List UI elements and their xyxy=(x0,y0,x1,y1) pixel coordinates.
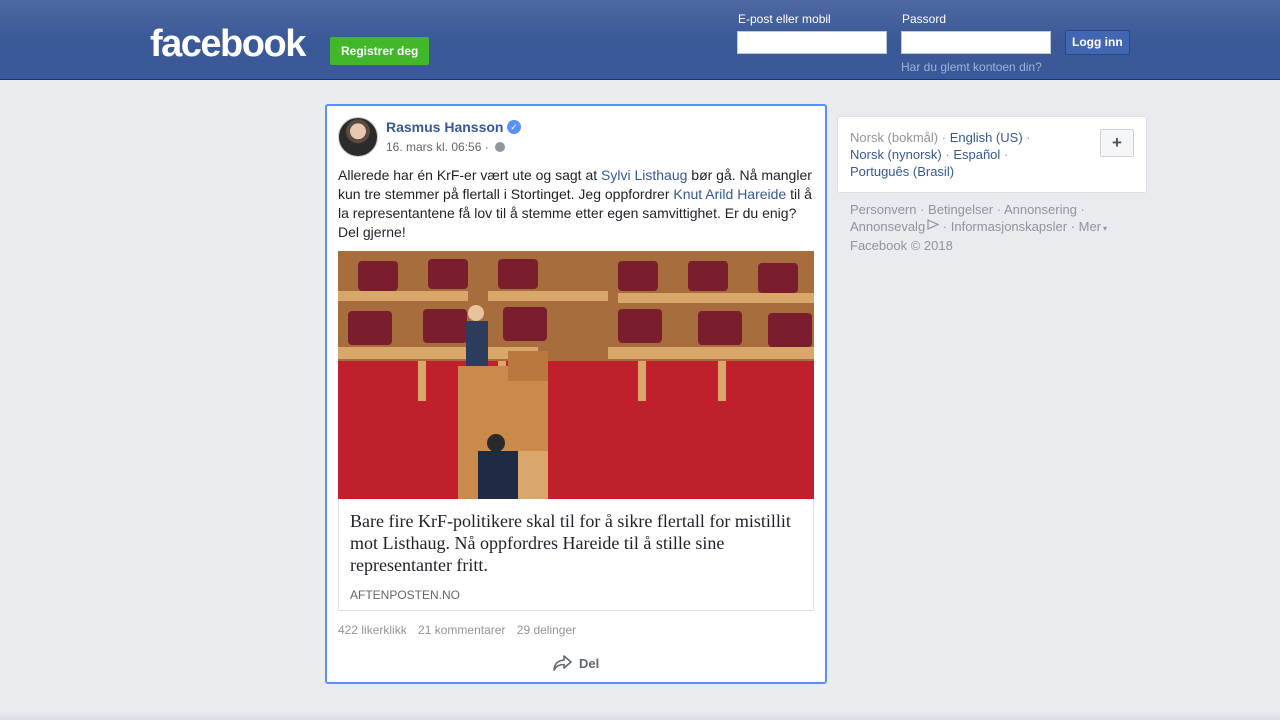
footer-link-ad-choices[interactable]: Annonsevalg xyxy=(850,219,940,234)
post-text: Allerede har én KrF-er vært ute og sagt … xyxy=(338,166,818,242)
mention-knut-arild-hareide[interactable]: Knut Arild Hareide xyxy=(673,186,786,202)
language-portugues-brasil[interactable]: Português (Brasil) xyxy=(850,164,954,179)
shares-count[interactable]: 29 delinger xyxy=(517,623,576,637)
facebook-logo[interactable]: facebook xyxy=(150,24,306,64)
author-avatar[interactable] xyxy=(338,117,378,157)
mention-sylvi-listhaug[interactable]: Sylvi Listhaug xyxy=(601,167,687,183)
footer-link-advertising[interactable]: Annonsering xyxy=(1004,202,1077,217)
email-input[interactable] xyxy=(737,31,887,54)
current-language: Norsk (bokmål) xyxy=(850,130,939,145)
more-languages-button[interactable]: + xyxy=(1100,129,1134,157)
language-espanol[interactable]: Español xyxy=(953,147,1000,162)
likes-count[interactable]: 422 likerklikk xyxy=(338,623,407,637)
forgot-account-link[interactable]: Har du glemt kontoen din? xyxy=(901,60,1042,74)
page-bottom-shadow xyxy=(0,712,1280,720)
author-name[interactable]: Rasmus Hansson xyxy=(386,119,503,135)
footer-link-cookies[interactable]: Informasjonskapsler xyxy=(951,219,1067,234)
language-list: Norsk (bokmål) · English (US) · Norsk (n… xyxy=(850,130,1031,179)
link-preview-image[interactable] xyxy=(338,251,814,499)
link-preview-domain: AFTENPOSTEN.NO xyxy=(350,588,461,602)
post-stats: 422 likerklikk 21 kommentarer 29 delinge… xyxy=(338,623,584,637)
copyright: Facebook © 2018 xyxy=(850,238,953,253)
globe-icon xyxy=(495,142,506,152)
register-button[interactable]: Registrer deg xyxy=(330,37,430,65)
post-text-part: Allerede har én KrF-er vært ute og sagt … xyxy=(338,167,602,183)
verified-badge-icon: ✓ xyxy=(507,120,521,134)
share-arrow-icon xyxy=(553,655,572,671)
post-meta: 16. mars kl. 06:56 · xyxy=(386,140,506,154)
comments-count[interactable]: 21 kommentarer xyxy=(418,623,505,637)
link-preview-title[interactable]: Bare fire KrF-politikere skal til for å … xyxy=(350,510,800,576)
footer-link-more[interactable]: Mer ▾ xyxy=(1079,219,1107,234)
footer-links: Personvern · Betingelser · Annonsering ·… xyxy=(850,202,1108,253)
post-card: Rasmus Hansson ✓ 16. mars kl. 06:56 · Al… xyxy=(325,104,827,684)
share-label: Del xyxy=(579,656,600,671)
footer-link-terms[interactable]: Betingelser xyxy=(928,202,993,217)
post-timestamp[interactable]: 16. mars kl. 06:56 xyxy=(386,140,481,154)
password-label: Passord xyxy=(902,12,947,26)
link-preview-box[interactable]: Bare fire KrF-politikere skal til for å … xyxy=(338,499,814,611)
language-selector-box: Norsk (bokmål) · English (US) · Norsk (n… xyxy=(837,116,1147,193)
footer-link-privacy[interactable]: Personvern xyxy=(850,202,916,217)
password-input[interactable] xyxy=(901,31,1051,54)
meta-separator: · xyxy=(484,140,489,154)
language-english-us[interactable]: English (US) xyxy=(950,130,1023,145)
ad-choices-label: Annonsevalg xyxy=(850,219,926,234)
email-label: E-post eller mobil xyxy=(738,12,831,26)
parliament-photo xyxy=(338,251,814,499)
more-label: Mer xyxy=(1078,219,1102,234)
chevron-down-icon: ▾ xyxy=(1103,224,1108,233)
ad-choices-icon xyxy=(927,219,940,230)
login-button[interactable]: Logg inn xyxy=(1065,30,1130,55)
share-button[interactable]: Del xyxy=(553,654,599,672)
language-norsk-nynorsk[interactable]: Norsk (nynorsk) xyxy=(850,147,942,162)
top-navigation-bar: facebook Registrer deg E-post eller mobi… xyxy=(0,0,1280,80)
